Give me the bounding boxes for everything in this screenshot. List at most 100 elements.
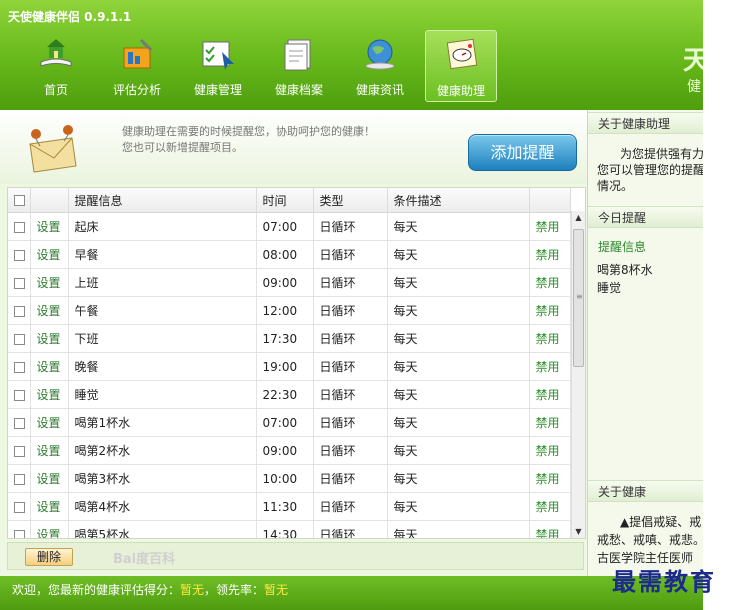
row-disable-link[interactable]: 禁用 <box>529 240 571 269</box>
table-row[interactable]: 设置 午餐 12:00 日循环 每天 禁用 <box>8 296 571 325</box>
row-disable-link[interactable]: 禁用 <box>529 380 571 409</box>
row-select-cell[interactable] <box>8 352 31 381</box>
health-records-icon <box>284 39 311 71</box>
row-set-link[interactable]: 设置 <box>30 268 69 297</box>
delete-button[interactable]: 删除 <box>25 548 73 566</box>
row-disable-link[interactable]: 禁用 <box>529 436 571 465</box>
row-info: 下班 <box>68 324 257 353</box>
table-row[interactable]: 设置 喝第2杯水 09:00 日循环 每天 禁用 <box>8 436 571 465</box>
table-row[interactable]: 设置 早餐 08:00 日循环 每天 禁用 <box>8 240 571 269</box>
row-checkbox[interactable] <box>14 417 25 429</box>
row-set-link[interactable]: 设置 <box>30 352 69 381</box>
row-set-link[interactable]: 设置 <box>30 212 69 241</box>
row-checkbox[interactable] <box>14 529 25 538</box>
sidebar-today-item-2: 睡觉 <box>597 281 622 295</box>
row-type: 日循环 <box>313 324 388 353</box>
row-checkbox[interactable] <box>14 445 25 457</box>
select-all-checkbox[interactable] <box>14 195 25 206</box>
row-checkbox[interactable] <box>14 277 25 289</box>
row-disable-link[interactable]: 禁用 <box>529 520 571 538</box>
row-checkbox[interactable] <box>14 333 25 345</box>
row-disable-link[interactable]: 禁用 <box>529 464 571 493</box>
table-body: 设置 起床 07:00 日循环 每天 禁用 设置 早餐 08:00 日循环 每天 禁用 设置 上班 09:0… <box>8 212 571 538</box>
table-row[interactable]: 设置 起床 07:00 日循环 每天 禁用 <box>8 212 571 241</box>
row-info: 喝第4杯水 <box>68 492 257 521</box>
row-set-link[interactable]: 设置 <box>30 436 69 465</box>
table-row[interactable]: 设置 喝第1杯水 07:00 日循环 每天 禁用 <box>8 408 571 437</box>
row-disable-link[interactable]: 禁用 <box>529 408 571 437</box>
row-time: 17:30 <box>256 324 314 353</box>
table-row[interactable]: 设置 下班 17:30 日循环 每天 禁用 <box>8 324 571 353</box>
row-select-cell[interactable] <box>8 408 31 437</box>
row-checkbox[interactable] <box>14 361 25 373</box>
health-management-icon <box>202 41 234 70</box>
table-row[interactable]: 设置 晚餐 19:00 日循环 每天 禁用 <box>8 352 571 381</box>
table-scrollbar[interactable]: ▲ ≡ ▼ <box>571 211 585 538</box>
row-disable-link[interactable]: 禁用 <box>529 212 571 241</box>
row-checkbox[interactable] <box>14 389 25 401</box>
row-disable-link[interactable]: 禁用 <box>529 352 571 381</box>
header-type[interactable]: 类型 <box>313 188 388 213</box>
add-reminder-button[interactable]: 添加提醒 <box>468 134 577 171</box>
row-set-link[interactable]: 设置 <box>30 324 69 353</box>
row-set-link[interactable]: 设置 <box>30 240 69 269</box>
row-checkbox[interactable] <box>14 249 25 261</box>
row-select-cell[interactable] <box>8 520 31 538</box>
nav-health-management[interactable]: 健康管理 <box>182 30 254 102</box>
row-time: 07:00 <box>256 408 314 437</box>
baidu-watermark: Bai度百科 <box>113 552 176 567</box>
nav-label-health-news: 健康资讯 <box>355 83 404 97</box>
table-row[interactable]: 设置 喝第4杯水 11:30 日循环 每天 禁用 <box>8 492 571 521</box>
row-checkbox[interactable] <box>14 221 25 233</box>
row-set-link[interactable]: 设置 <box>30 408 69 437</box>
table-row[interactable]: 设置 睡觉 22:30 日循环 每天 禁用 <box>8 380 571 409</box>
header-info[interactable]: 提醒信息 <box>68 188 257 213</box>
row-select-cell[interactable] <box>8 380 31 409</box>
row-condition: 每天 <box>387 352 530 381</box>
header-time[interactable]: 时间 <box>256 188 314 213</box>
row-time: 07:00 <box>256 212 314 241</box>
row-checkbox[interactable] <box>14 305 25 317</box>
row-disable-link[interactable]: 禁用 <box>529 296 571 325</box>
nav-home[interactable]: 首页 <box>20 30 92 102</box>
row-set-link[interactable]: 设置 <box>30 296 69 325</box>
row-disable-link[interactable]: 禁用 <box>529 324 571 353</box>
row-type: 日循环 <box>313 464 388 493</box>
scroll-down-arrow-icon[interactable]: ▼ <box>572 525 585 538</box>
row-set-link[interactable]: 设置 <box>30 520 69 538</box>
row-disable-link[interactable]: 禁用 <box>529 268 571 297</box>
table-row[interactable]: 设置 喝第3杯水 10:00 日循环 每天 禁用 <box>8 464 571 493</box>
row-type: 日循环 <box>313 212 388 241</box>
row-info: 喝第2杯水 <box>68 436 257 465</box>
sidebar-health-line-2: 戒愁、戒嗔、戒悲。 <box>597 533 703 547</box>
sidebar-about-line-2: 您可以管理您的提醒 <box>597 163 703 177</box>
row-disable-link[interactable]: 禁用 <box>529 492 571 521</box>
row-select-cell[interactable] <box>8 296 31 325</box>
nav-health-news[interactable]: 健康资讯 <box>344 30 416 102</box>
row-select-cell[interactable] <box>8 268 31 297</box>
row-info: 早餐 <box>68 240 257 269</box>
row-select-cell[interactable] <box>8 464 31 493</box>
row-select-cell[interactable] <box>8 324 31 353</box>
row-set-link[interactable]: 设置 <box>30 464 69 493</box>
row-condition: 每天 <box>387 436 530 465</box>
row-set-link[interactable]: 设置 <box>30 492 69 521</box>
table-row[interactable]: 设置 喝第5杯水 14:30 日循环 每天 禁用 <box>8 520 571 538</box>
row-select-cell[interactable] <box>8 212 31 241</box>
row-set-link[interactable]: 设置 <box>30 380 69 409</box>
nav-analysis[interactable]: 评估分析 <box>101 30 173 102</box>
table-row[interactable]: 设置 上班 09:00 日循环 每天 禁用 <box>8 268 571 297</box>
row-checkbox[interactable] <box>14 473 25 485</box>
row-checkbox[interactable] <box>14 501 25 513</box>
header-condition[interactable]: 条件描述 <box>387 188 530 213</box>
select-all-cell[interactable] <box>8 188 31 213</box>
scroll-up-arrow-icon[interactable]: ▲ <box>572 211 585 224</box>
assistant-banner: 健康助理在需要的时候提醒您，协助呵护您的健康！ 您也可以新增提醒项目。 添加提醒 <box>0 110 587 184</box>
scroll-thumb[interactable]: ≡ <box>573 229 584 367</box>
row-select-cell[interactable] <box>8 492 31 521</box>
home-book-icon <box>40 39 72 67</box>
nav-health-records[interactable]: 健康档案 <box>263 30 335 102</box>
row-select-cell[interactable] <box>8 240 31 269</box>
nav-health-assistant[interactable]: 健康助理 <box>425 30 497 102</box>
row-select-cell[interactable] <box>8 436 31 465</box>
